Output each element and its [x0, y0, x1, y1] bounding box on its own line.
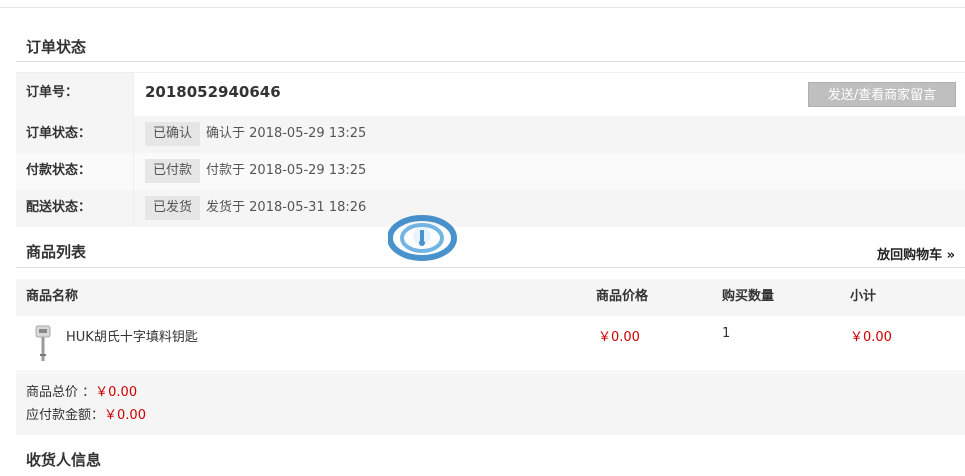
watermark-logo-icon: [388, 215, 457, 261]
order-totals: 商品总价 ：￥0.00 应付款金额：￥0.00: [16, 373, 965, 435]
payment-status-badge: 已付款: [145, 159, 201, 183]
shipping-status-row: 配送状态： 已发货 发货于 2018-05-31 18:26: [16, 190, 965, 227]
col-price-header: 商品价格: [596, 289, 649, 304]
col-qty-header: 购买数量: [722, 289, 775, 304]
payment-status-time: 付款于 2018-05-29 13:25: [206, 163, 367, 178]
payment-status-row: 付款状态： 已付款 付款于 2018-05-29 13:25: [16, 153, 965, 190]
order-status-time: 确认于 2018-05-29 13:25: [206, 126, 367, 141]
payment-status-label: 付款状态：: [16, 153, 134, 190]
shipping-status-label: 配送状态：: [16, 190, 134, 227]
order-status-table: 订单号： 2018052940646 发送/查看商家留言 订单状态： 已确认 确认…: [16, 72, 965, 227]
order-number-label: 订单号：: [16, 73, 134, 116]
order-status-section-title: 订单状态: [16, 36, 965, 62]
order-status-badge: 已确认: [145, 122, 201, 146]
goods-table-header: 商品名称 商品价格 购买数量 小计: [16, 279, 965, 316]
shipping-status-badge: 已发货: [145, 196, 201, 220]
goods-section-title: 商品列表 放回购物车 »: [16, 241, 965, 268]
back-to-cart-link[interactable]: 放回购物车 »: [877, 244, 955, 263]
consignee-section-title: 收货人信息: [16, 449, 965, 476]
col-subtotal-header: 小计: [850, 289, 877, 304]
shipping-status-time: 发货于 2018-05-31 18:26: [206, 200, 367, 215]
payable-label: 应付款金额：: [26, 408, 105, 423]
total-label: 商品总价 ：: [26, 385, 96, 400]
goods-qty: 1: [722, 326, 731, 341]
order-number-row: 订单号： 2018052940646 发送/查看商家留言: [16, 72, 965, 116]
top-divider: [0, 7, 965, 8]
table-row: HUK胡氏十字填料钥匙 ￥0.00 1 ￥0.00: [16, 316, 965, 372]
merchant-message-button[interactable]: 发送/查看商家留言: [808, 82, 956, 107]
order-status-label: 订单状态：: [16, 116, 134, 153]
goods-name-link[interactable]: HUK胡氏十字填料钥匙: [66, 326, 198, 345]
payable-value: ￥0.00: [104, 408, 146, 423]
total-value: ￥0.00: [95, 385, 138, 400]
goods-subtotal: ￥0.00: [850, 330, 892, 345]
order-status-row: 订单状态： 已确认 确认于 2018-05-29 13:25: [16, 116, 965, 153]
key-product-icon[interactable]: [28, 324, 58, 364]
goods-price: ￥0.00: [598, 330, 640, 345]
col-name-header: 商品名称: [26, 289, 79, 304]
